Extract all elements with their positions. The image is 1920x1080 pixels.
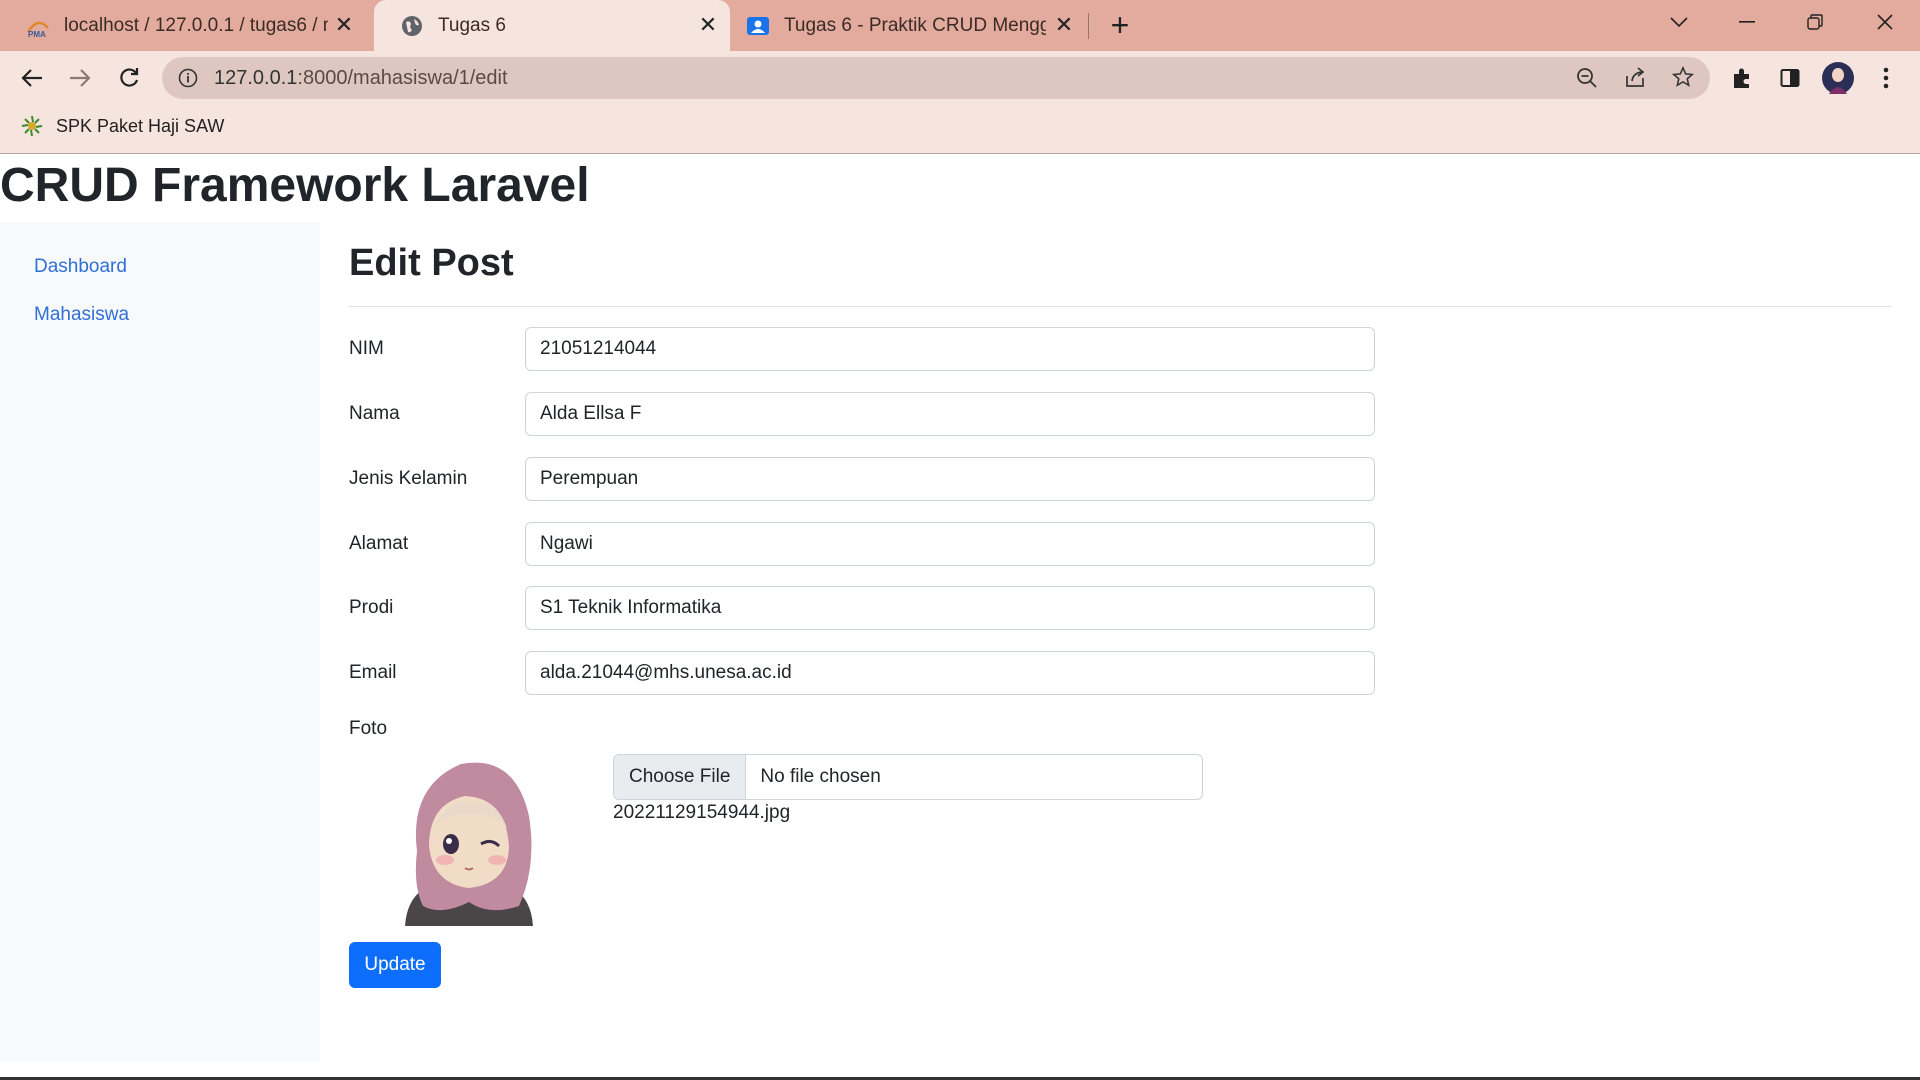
update-button[interactable]: Update <box>349 942 441 988</box>
choose-file-button[interactable]: Choose File <box>614 755 747 799</box>
bookmark-spk-paket-haji[interactable]: SPK Paket Haji SAW <box>20 114 224 138</box>
page-viewport: CRUD Framework Laravel Dashboard Mahasis… <box>0 154 1920 1080</box>
reload-icon[interactable] <box>113 62 145 94</box>
menu-icon[interactable] <box>1870 62 1902 94</box>
tab-classroom[interactable]: Tugas 6 - Praktik CRUD Menggu ✕ <box>730 0 1086 51</box>
email-field[interactable] <box>525 651 1375 695</box>
app-title: CRUD Framework Laravel <box>0 159 590 212</box>
sidebar-item-dashboard[interactable]: Dashboard <box>34 256 127 278</box>
tab-separator <box>1088 13 1089 39</box>
svg-text:PMA: PMA <box>28 30 46 38</box>
back-icon[interactable] <box>16 62 48 94</box>
jenis-kelamin-label: Jenis Kelamin <box>349 468 468 489</box>
photo-preview <box>405 762 533 926</box>
prodi-label: Prodi <box>349 597 394 618</box>
new-tab-icon[interactable]: + <box>1104 9 1136 42</box>
tab-phpmyadmin[interactable]: PMA localhost / 127.0.0.1 / tugas6 / m ✕ <box>0 0 366 51</box>
nim-field[interactable] <box>525 327 1375 371</box>
nim-label: NIM <box>349 338 384 359</box>
file-status: No file chosen <box>760 766 881 787</box>
photo-file-input[interactable]: Choose File No file chosen <box>613 754 1203 800</box>
address-bar[interactable]: 127.0.0.1:8000/mahasiswa/1/edit <box>162 57 1710 99</box>
bookmark-label: SPK Paket Haji SAW <box>56 115 225 136</box>
profile-avatar[interactable] <box>1822 62 1854 94</box>
nama-label: Nama <box>349 403 400 424</box>
prodi-field[interactable] <box>525 586 1375 630</box>
close-tab-icon[interactable]: ✕ <box>332 13 356 37</box>
classroom-icon <box>747 16 769 35</box>
foto-label: Foto <box>349 718 388 739</box>
bookmark-favicon-icon <box>21 115 43 137</box>
nama-field[interactable] <box>525 392 1375 436</box>
globe-icon <box>402 15 422 36</box>
minimize-icon[interactable] <box>1714 0 1780 44</box>
side-panel-icon[interactable] <box>1774 62 1806 94</box>
url-text: 127.0.0.1:8000/mahasiswa/1/edit <box>214 67 508 90</box>
tab-title: Tugas 6 <box>438 14 506 36</box>
alamat-field[interactable] <box>525 522 1375 566</box>
zoom-icon[interactable] <box>1576 67 1598 89</box>
tab-title: localhost / 127.0.0.1 / tugas6 / m <box>64 14 328 36</box>
bookmark-star-icon[interactable] <box>1672 66 1694 88</box>
url-host: 127.0.0.1 <box>214 67 298 89</box>
tab-tugas6[interactable]: Tugas 6 ✕ <box>374 0 730 51</box>
extensions-icon[interactable] <box>1726 62 1758 94</box>
page-heading: Edit Post <box>349 242 514 284</box>
window-close-icon[interactable] <box>1852 0 1918 44</box>
site-info-icon[interactable] <box>178 68 198 88</box>
url-path: :8000/mahasiswa/1/edit <box>297 67 508 89</box>
heading-divider <box>349 306 1891 307</box>
phpmyadmin-icon: PMA <box>26 21 49 38</box>
sidebar: Dashboard Mahasiswa <box>0 222 320 1062</box>
browser-chrome: PMA localhost / 127.0.0.1 / tugas6 / m ✕… <box>0 0 1920 154</box>
close-tab-icon[interactable]: ✕ <box>696 13 720 37</box>
email-label: Email <box>349 662 397 683</box>
tab-strip: PMA localhost / 127.0.0.1 / tugas6 / m ✕… <box>0 0 1920 51</box>
alamat-label: Alamat <box>349 533 409 554</box>
tab-title: Tugas 6 - Praktik CRUD Menggu <box>784 14 1046 36</box>
close-tab-icon[interactable]: ✕ <box>1052 13 1076 37</box>
jenis-kelamin-field[interactable] <box>525 457 1375 501</box>
current-file-name: 20221129154944.jpg <box>613 802 791 823</box>
sidebar-item-mahasiswa[interactable]: Mahasiswa <box>34 304 129 326</box>
forward-icon[interactable] <box>64 62 96 94</box>
restore-icon[interactable] <box>1782 0 1848 44</box>
tab-search-icon[interactable] <box>1646 0 1712 44</box>
share-icon[interactable] <box>1624 67 1646 89</box>
